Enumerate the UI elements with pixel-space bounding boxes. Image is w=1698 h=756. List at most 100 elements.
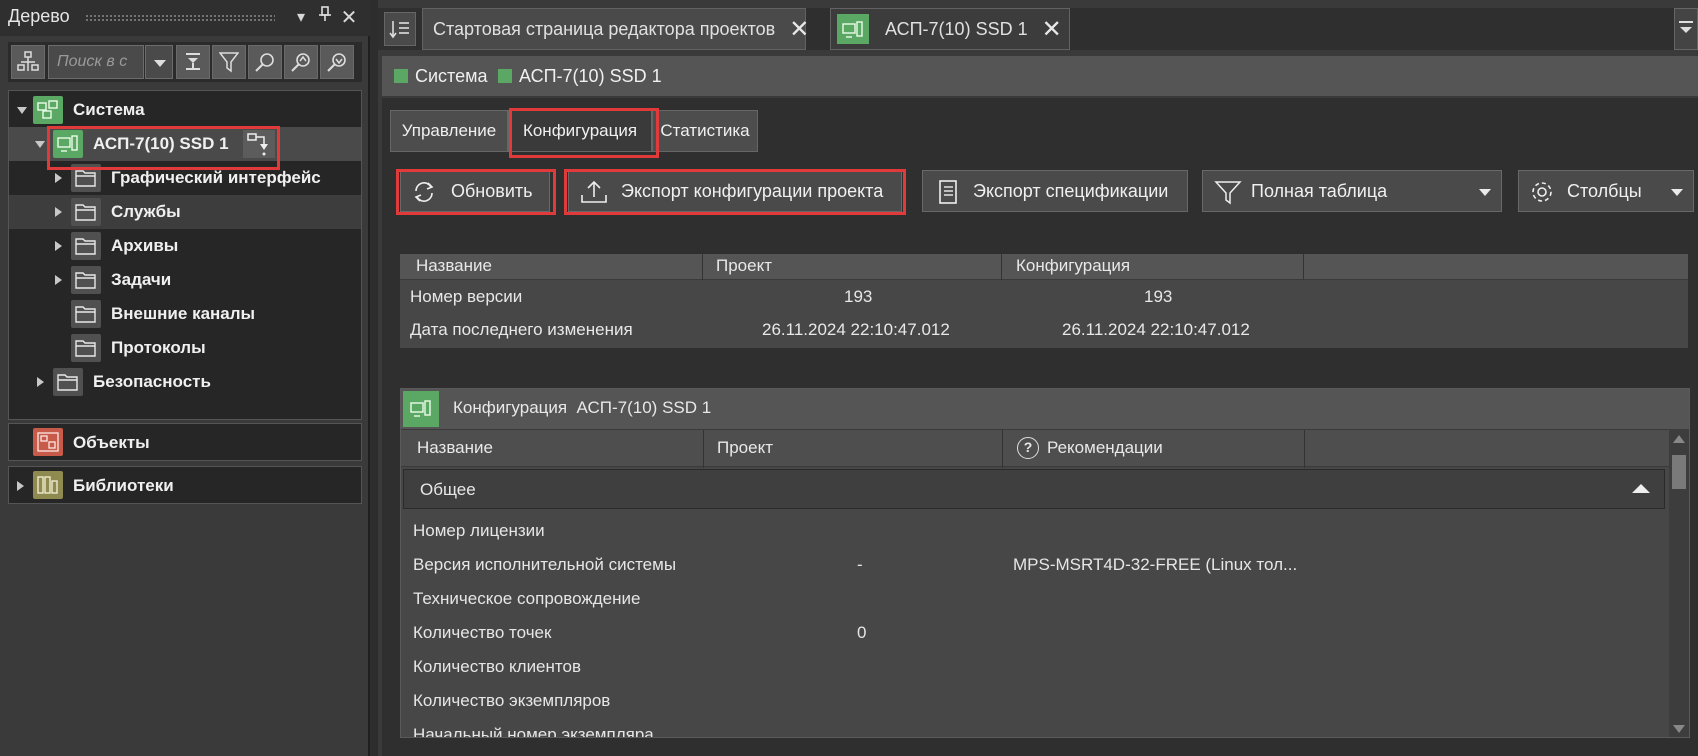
- tree-item-protocols[interactable]: Протоколы: [9, 331, 361, 365]
- breadcrumb: Система АСП-7(10) SSD 1: [382, 56, 1698, 96]
- folder-icon: [71, 232, 101, 260]
- vertical-scrollbar[interactable]: [1669, 429, 1689, 737]
- tab-statistics[interactable]: Статистика: [652, 110, 758, 152]
- filter-label: Полная таблица: [1251, 181, 1388, 201]
- refresh-button[interactable]: Обновить: [400, 170, 550, 212]
- table-row: Версия исполнительной системы - MPS-MSRT…: [413, 555, 1298, 574]
- tree-item-label: Система: [73, 100, 145, 119]
- search-dropdown-button[interactable]: [145, 45, 173, 79]
- group-label: Общее: [420, 480, 476, 499]
- tree-panel-header: Дерево ▾ ✕: [0, 0, 370, 36]
- expand-arrow-icon[interactable]: [55, 275, 62, 285]
- tree-item-gui[interactable]: Графический интерфейс: [9, 161, 361, 195]
- expand-arrow-icon[interactable]: [55, 207, 62, 217]
- table-cell: 26.11.2024 22:10:47.012: [1062, 320, 1250, 339]
- table-cell: 193: [1144, 287, 1173, 306]
- tree-structure-icon[interactable]: [11, 45, 45, 79]
- expand-arrow-icon[interactable]: [35, 141, 45, 148]
- close-tab-icon[interactable]: ✕: [1042, 10, 1062, 50]
- tab-start-page[interactable]: Стартовая страница редактора проектов ✕: [422, 8, 809, 50]
- filter-icon: [1214, 181, 1242, 205]
- tab-controller[interactable]: АСП-7(10) SSD 1 ✕: [830, 8, 1070, 50]
- tree-item-system[interactable]: Система: [9, 93, 361, 127]
- search-down-icon[interactable]: [320, 45, 354, 79]
- search-up-icon[interactable]: [284, 45, 318, 79]
- tab-overflow-icon[interactable]: [1674, 8, 1698, 50]
- refresh-icon: [414, 182, 434, 202]
- expand-arrow-icon[interactable]: [55, 241, 62, 251]
- system-icon: [33, 96, 63, 124]
- tab-label: Стартовая страница редактора проектов: [433, 19, 776, 39]
- table-header: Название Проект Конфигурация: [400, 254, 1688, 280]
- section-libraries[interactable]: Библиотеки: [8, 466, 362, 504]
- close-tab-icon[interactable]: ✕: [789, 10, 809, 50]
- section-objects[interactable]: Объекты: [8, 423, 362, 461]
- folder-icon: [71, 266, 101, 294]
- tree-panel-title: Дерево: [8, 6, 70, 26]
- tree-item-label: Задачи: [111, 270, 172, 289]
- expand-arrow-icon[interactable]: [55, 173, 62, 183]
- breadcrumb-item-system[interactable]: Система: [394, 56, 488, 96]
- scroll-thumb[interactable]: [1672, 455, 1686, 489]
- group-header-general[interactable]: Общее: [403, 469, 1665, 509]
- expand-arrow-icon[interactable]: [17, 107, 27, 114]
- deploy-icon[interactable]: [243, 130, 275, 158]
- drag-grip[interactable]: [85, 14, 275, 22]
- expand-arrow-icon[interactable]: [17, 481, 24, 491]
- folder-icon: [71, 334, 101, 362]
- collapse-icon[interactable]: [1632, 484, 1650, 493]
- scroll-up-icon[interactable]: [1673, 435, 1685, 443]
- filter-icon[interactable]: [212, 45, 246, 79]
- help-icon[interactable]: ?: [1017, 437, 1039, 459]
- column-header: Название: [417, 438, 493, 457]
- column-header: Рекомендации: [1047, 438, 1163, 457]
- collapse-all-icon[interactable]: [176, 45, 210, 79]
- panel-menu-icon[interactable]: ▾: [290, 6, 312, 30]
- column-header: Название: [416, 256, 492, 275]
- tree-item-label: Службы: [111, 202, 181, 221]
- table-row: Количество экземпляров: [413, 691, 611, 710]
- export-config-label: Экспорт конфигурации проекта: [621, 181, 884, 201]
- export-config-button[interactable]: Экспорт конфигурации проекта: [568, 170, 902, 212]
- pin-icon[interactable]: [314, 6, 336, 30]
- close-icon[interactable]: ✕: [338, 6, 360, 30]
- column-header: Проект: [716, 256, 772, 275]
- filter-dropdown[interactable]: Полная таблица: [1202, 170, 1502, 212]
- table-row: Техническое сопровождение: [413, 589, 641, 608]
- tree-search-input[interactable]: Поиск в с: [48, 45, 144, 79]
- tree-item-label: АСП-7(10) SSD 1: [93, 134, 229, 153]
- tree-item-security[interactable]: Безопасность: [9, 365, 361, 399]
- table-cell: Дата последнего изменения: [410, 320, 633, 339]
- export-spec-button[interactable]: Экспорт спецификации: [922, 170, 1188, 212]
- tree-item-tasks[interactable]: Задачи: [9, 263, 361, 297]
- tree-item-label: Протоколы: [111, 338, 206, 357]
- tree-item-label: Архивы: [111, 236, 179, 255]
- export-spec-label: Экспорт спецификации: [973, 181, 1169, 201]
- tree-item-external-channels[interactable]: Внешние каналы: [9, 297, 361, 331]
- search-icon[interactable]: [248, 45, 282, 79]
- expand-arrow-icon[interactable]: [37, 377, 44, 387]
- gear-icon: [1532, 182, 1552, 202]
- columns-label: Столбцы: [1567, 181, 1642, 201]
- columns-dropdown[interactable]: Столбцы: [1518, 170, 1694, 212]
- table-row: Количество точек 0: [413, 623, 867, 642]
- tree-item-archives[interactable]: Архивы: [9, 229, 361, 263]
- tree-item-controller[interactable]: АСП-7(10) SSD 1: [9, 127, 361, 161]
- config-panel: Конфигурация АСП-7(10) SSD 1 Название Пр…: [400, 388, 1690, 738]
- tree-item-services[interactable]: Службы: [9, 195, 361, 229]
- tree-panel: Дерево ▾ ✕ Поиск в с Система АСП-7(10) S…: [0, 0, 370, 756]
- controller-icon: [403, 391, 439, 427]
- refresh-label: Обновить: [451, 181, 533, 201]
- tree-item-label: Графический интерфейс: [111, 168, 321, 187]
- tab-list-icon[interactable]: [384, 12, 416, 46]
- tab-management[interactable]: Управление: [390, 110, 508, 152]
- tab-label: АСП-7(10) SSD 1: [885, 19, 1028, 39]
- config-panel-title: Конфигурация АСП-7(10) SSD 1: [453, 398, 712, 417]
- scroll-down-icon[interactable]: [1673, 725, 1685, 733]
- green-square-icon: [394, 69, 408, 83]
- tab-configuration[interactable]: Конфигурация: [508, 110, 652, 152]
- breadcrumb-item-controller[interactable]: АСП-7(10) SSD 1: [498, 56, 662, 96]
- controller-icon: [837, 14, 869, 44]
- version-table: Название Проект Конфигурация Номер верси…: [400, 254, 1688, 348]
- config-table-header: Название Проект ? Рекомендации: [401, 429, 1671, 468]
